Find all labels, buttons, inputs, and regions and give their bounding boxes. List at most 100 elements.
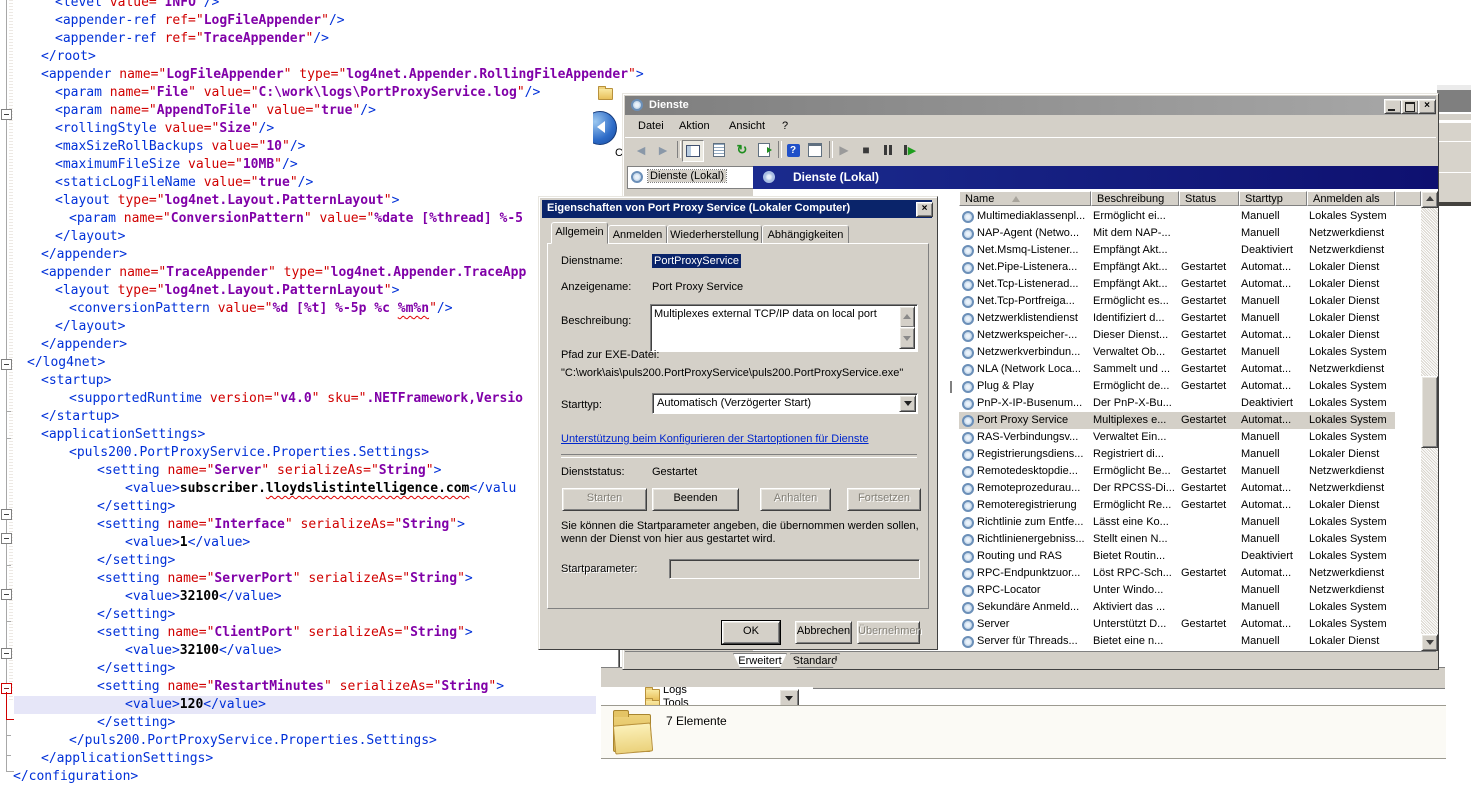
table-cell: Ermöglicht ei... [1091,208,1179,225]
table-row[interactable]: Plug & PlayErmöglicht de...GestartetAuto… [959,378,1395,395]
fold-collapse-icon[interactable] [1,589,12,600]
fold-collapse-icon[interactable] [1,509,12,520]
toolbar-back-button[interactable]: ◄ [631,140,651,160]
toolbar-pause-button[interactable] [878,140,898,160]
menu-aktion[interactable]: Aktion [675,118,714,134]
bottom-tab-standard[interactable]: Standard [790,653,840,668]
table-cell: Gestartet [1179,497,1239,514]
tree-node-dienste-lokal[interactable]: Dienste (Lokal) [648,170,726,182]
tab-allgemein[interactable]: Allgemein [551,222,608,244]
code-token: > [392,193,400,208]
beschreibung-scroll-up[interactable] [899,306,915,328]
fold-collapse-icon[interactable] [1,359,12,370]
table-cell [1179,429,1239,446]
table-row[interactable]: Port Proxy ServiceMultiplexes e...Gestar… [959,412,1395,429]
dialog-close-button[interactable]: × [916,202,933,217]
toolbar-list-button[interactable] [709,140,729,160]
toolbar-stop-button[interactable]: ■ [856,140,876,160]
table-row[interactable]: Richtlinie zum Entfe...Lässt eine Ko...M… [959,514,1395,531]
explorer-back-button[interactable] [593,111,617,145]
table-row[interactable]: Net.Tcp-Listenerad...Empfängt Akt...Gest… [959,276,1395,293]
table-row[interactable]: RPC-Endpunktzuor...Löst RPC-Sch...Gestar… [959,565,1395,582]
dialog-titlebar[interactable]: Eigenschaften von Port Proxy Service (Lo… [542,200,932,218]
starttyp-dropdown-button[interactable] [899,395,916,412]
toolbar-refresh-button[interactable]: ↻ [732,140,752,160]
startparameter-input[interactable] [669,559,920,579]
toolbar-start-button[interactable]: ▶ [834,140,854,160]
table-row[interactable]: NetzwerklistendienstIdentifiziert d...Ge… [959,310,1395,327]
table-row[interactable]: Richtlinienergebniss...Stellt einen N...… [959,531,1395,548]
fold-collapse-icon[interactable] [1,533,12,544]
code-token: </configuration> [13,769,138,784]
table-row[interactable]: PnP-X-IP-Busenum...Der PnP-X-Bu...Deakti… [959,395,1395,412]
table-row[interactable]: Routing und RASBietet Routin...Deaktivie… [959,548,1395,565]
maximize-button[interactable] [1401,99,1419,114]
table-row[interactable]: Registrierungsdiens...Registriert di...M… [959,446,1395,463]
tab-wiederherstellung[interactable]: Wiederherstellung [667,225,762,244]
table-row[interactable]: RAS-Verbindungsv...Verwaltet Ein...Manue… [959,429,1395,446]
beenden-button[interactable]: Beenden [652,488,739,511]
table-row[interactable]: Remotedesktopdie...Ermöglicht Be...Gesta… [959,463,1395,480]
table-cell: Lokales System [1307,412,1395,429]
menu-ansicht[interactable]: Ansicht [725,118,769,134]
column-header-beschreibung[interactable]: Beschreibung [1091,191,1179,206]
table-row[interactable]: Netzwerkverbindun...Verwaltet Ob...Gesta… [959,344,1395,361]
menu-help[interactable]: ? [778,118,792,134]
fortsetzen-button[interactable]: Fortsetzen [847,488,921,511]
column-header-anmelden-als[interactable]: Anmelden als [1307,191,1395,206]
toolbar-window-button[interactable] [805,140,825,160]
abbrechen-button[interactable]: Abbrechen [795,621,852,644]
toolbar-console-tree-button[interactable] [682,140,704,162]
dienstname-value[interactable]: PortProxyService [652,254,741,268]
bottom-tab-erweitert[interactable]: Erweitert [733,653,787,668]
close-button[interactable]: × [1418,99,1436,114]
table-cell: Lokaler Dienst [1307,327,1395,344]
table-row[interactable]: Net.Tcp-Portfreiga...Ermöglicht es...Ges… [959,293,1395,310]
folder-item-label[interactable]: Logs [663,687,687,695]
table-row[interactable]: ServerUnterstützt D...GestartetAutomat..… [959,616,1395,633]
table-row[interactable]: Multimediaklassenpl...Ermöglicht ei...Ma… [959,208,1395,225]
table-row[interactable]: RemoteregistrierungErmöglicht Re...Gesta… [959,497,1395,514]
table-row[interactable]: Netzwerkspeicher-...Dieser Dienst...Gest… [959,327,1395,344]
menu-datei[interactable]: Datei [634,118,668,134]
table-row[interactable]: Server für Threads...Bietet eine n...Man… [959,633,1395,650]
scroll-down-button[interactable] [1421,634,1438,651]
ok-button[interactable]: OK [722,621,780,644]
services-titlebar[interactable]: Dienste × [625,96,1436,115]
scrollbar-thumb[interactable] [1421,376,1438,448]
startoptionen-link[interactable]: Unterstützung beim Konfigurieren der Sta… [561,433,869,445]
starten-button[interactable]: Starten [562,488,647,511]
toolbar-forward-button[interactable]: ► [653,140,673,160]
table-row[interactable]: Sekundäre Anmeld...Aktiviert das ...Manu… [959,599,1395,616]
code-token: " [293,625,301,640]
beschreibung-scroll-down[interactable] [899,327,915,349]
toolbar-help-button[interactable]: ? [783,140,803,160]
table-cell: Gestartet [1179,276,1239,293]
table-row[interactable]: Remoteprozedurau...Der RPCSS-Di...Gestar… [959,480,1395,497]
table-row[interactable]: Net.Pipe-Listenera...Empfängt Akt...Gest… [959,259,1395,276]
tab-anmelden[interactable]: Anmelden [608,225,667,244]
starttyp-combobox[interactable]: Automatisch (Verzögerter Start) [652,393,918,414]
table-row[interactable]: RPC-LocatorUnter Windo...ManuellNetzwerk… [959,582,1395,599]
code-token: TraceAppender [204,31,306,46]
table-row[interactable]: NAP-Agent (Netwo...Mit dem NAP-...Manuel… [959,225,1395,242]
minimize-button[interactable] [1384,99,1402,114]
table-scrollbar[interactable] [1421,191,1438,651]
column-header-starttyp[interactable]: Starttyp [1239,191,1307,206]
tab-abhängigkeiten[interactable]: Abhängigkeiten [762,225,849,244]
table-row[interactable]: Net.Msmq-Listener...Empfängt Akt...Deakt… [959,242,1395,259]
anhalten-button[interactable]: Anhalten [760,488,831,511]
uebernehmen-button[interactable]: Übernehmen [857,621,920,644]
services-app-icon [631,99,643,111]
beschreibung-textarea[interactable]: Multiplexes external TCP/IP data on loca… [650,304,918,352]
column-header-status[interactable]: Status [1179,191,1239,206]
fold-collapse-icon[interactable] [1,648,12,659]
fold-collapse-icon[interactable] [1,109,12,120]
code-token: name=" [111,67,166,82]
scroll-up-button[interactable] [1421,191,1438,208]
column-header-name[interactable]: Name [959,191,1091,206]
toolbar-export-button[interactable] [754,140,774,160]
pane-divider-handle[interactable] [950,381,952,393]
table-row[interactable]: NLA (Network Loca...Sammelt und ...Gesta… [959,361,1395,378]
toolbar-restart-button[interactable]: ▶ [900,140,920,160]
